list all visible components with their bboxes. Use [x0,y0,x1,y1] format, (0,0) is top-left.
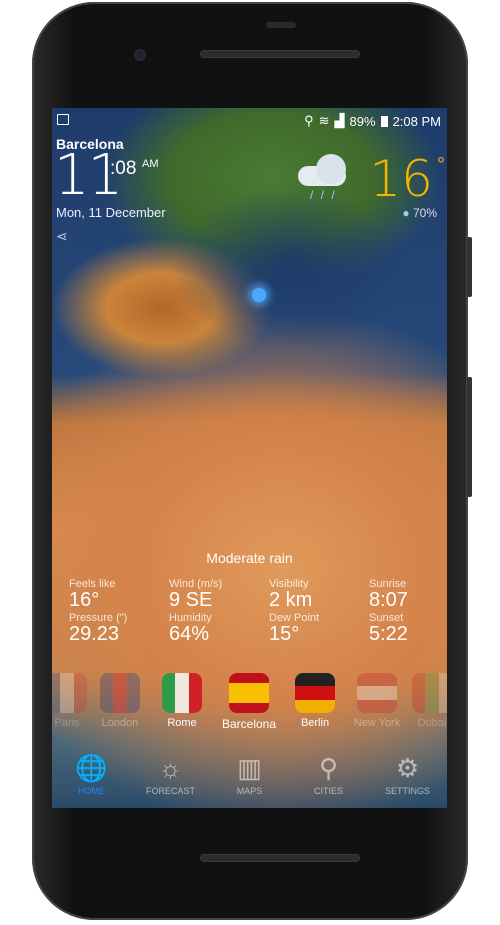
temperature: 16 [369,150,433,208]
volume-button[interactable] [467,377,472,497]
city-label: Barcelona [221,717,277,731]
bottom-nav: 🌐 HOME ☼ FORECAST ▥ MAPS ⚲ CITIES ⚙ SETTINGS [52,738,447,808]
nav-label: FORECAST [145,786,195,796]
humidity-small: ● 70% [402,206,437,220]
detail-value: 9 SE [169,589,213,611]
gear-icon: ⚙ [395,753,420,783]
clock-minutes: :08 [110,158,137,179]
city-item[interactable]: New York [347,673,407,729]
date: Mon, 11 December [56,205,166,220]
humidity-value: 70% [412,206,437,220]
city-label: Dubai [417,717,447,729]
location-marker[interactable] [252,288,266,302]
weather-condition: Moderate rain [206,550,293,566]
wifi-icon: ≋ [318,113,330,128]
globe-icon: 🌐 [75,753,108,783]
nav-label: MAPS [236,786,263,796]
front-camera [134,49,146,61]
detail-5: Humidity 64% [169,612,269,644]
rain-drops-icon: / / / [310,188,337,202]
detail-value: 15° [269,623,300,645]
location-pin-icon: ⚲ [318,753,339,783]
detail-7: Sunset 5:22 [369,612,439,644]
battery-icon [380,115,388,127]
status-time: 2:08 PM [392,113,441,129]
cloud-rain-icon [298,154,350,186]
flag-icon [357,673,397,713]
detail-value: 16° [69,589,100,611]
city-label: Rome [167,717,197,729]
flag-icon [412,673,447,713]
map-icon: ▥ [237,753,262,783]
flag-icon [229,673,269,713]
status-bar: ⚲ ≋ ▟ 89% 2:08 PM [52,113,447,129]
city-item[interactable]: Berlin [285,673,345,729]
nav-settings[interactable]: ⚙ SETTINGS [368,738,447,808]
clock-ampm: AM [142,158,159,170]
city-item[interactable]: Barcelona [219,673,279,731]
flag-icon [52,673,87,713]
location-icon: ⚲ [304,113,314,128]
share-icon[interactable]: ⋖ [56,228,68,245]
signal-icon: ▟ [334,113,345,128]
nav-maps[interactable]: ▥ MAPS [210,738,289,808]
city-item[interactable]: Rome [152,673,212,729]
top-speaker [200,50,360,58]
temperature-degree: ° [437,154,445,176]
screen: ⚲ ≋ ▟ 89% 2:08 PM Barcelona 11 :08 AM Mo… [52,108,447,808]
nav-label: CITIES [313,786,343,796]
power-button[interactable] [467,237,472,297]
battery-percent: 89% [349,113,376,129]
sun-cloud-icon: ☼ [158,753,183,783]
detail-value: 8:07 [369,589,408,611]
drop-icon: ● [402,206,410,220]
detail-3: Sunrise 8:07 [369,578,439,610]
flag-icon [162,673,202,713]
image-icon [57,114,69,125]
city-item[interactable]: Dubai [402,673,447,729]
city-carousel[interactable]: Paris London Rome Barcelona Berlin New York Du… [52,673,447,733]
flag-icon [295,673,335,713]
city-item[interactable]: London [90,673,150,729]
nav-cities[interactable]: ⚲ CITIES [289,738,368,808]
detail-value: 5:22 [369,623,408,645]
weather-details: Feels like 16° Wind (m/s) 9 SE Visibility 2 k… [69,578,439,644]
detail-1: Wind (m/s) 9 SE [169,578,269,610]
city-label: New York [353,717,401,729]
city-label: Berlin [300,717,330,729]
detail-2: Visibility 2 km [269,578,369,610]
detail-value: 29.23 [69,623,120,645]
nav-label: HOME [78,786,105,796]
nav-home[interactable]: 🌐 HOME [52,738,131,808]
nav-forecast[interactable]: ☼ FORECAST [131,738,210,808]
detail-0: Feels like 16° [69,578,169,610]
earpiece [266,22,296,28]
city-label: London [101,717,139,729]
detail-4: Pressure (") 29.23 [69,612,169,644]
nav-label: SETTINGS [384,786,430,796]
detail-value: 2 km [269,589,313,611]
detail-6: Dew Point 15° [269,612,369,644]
detail-value: 64% [169,623,210,645]
bottom-speaker [200,854,360,862]
flag-icon [100,673,140,713]
